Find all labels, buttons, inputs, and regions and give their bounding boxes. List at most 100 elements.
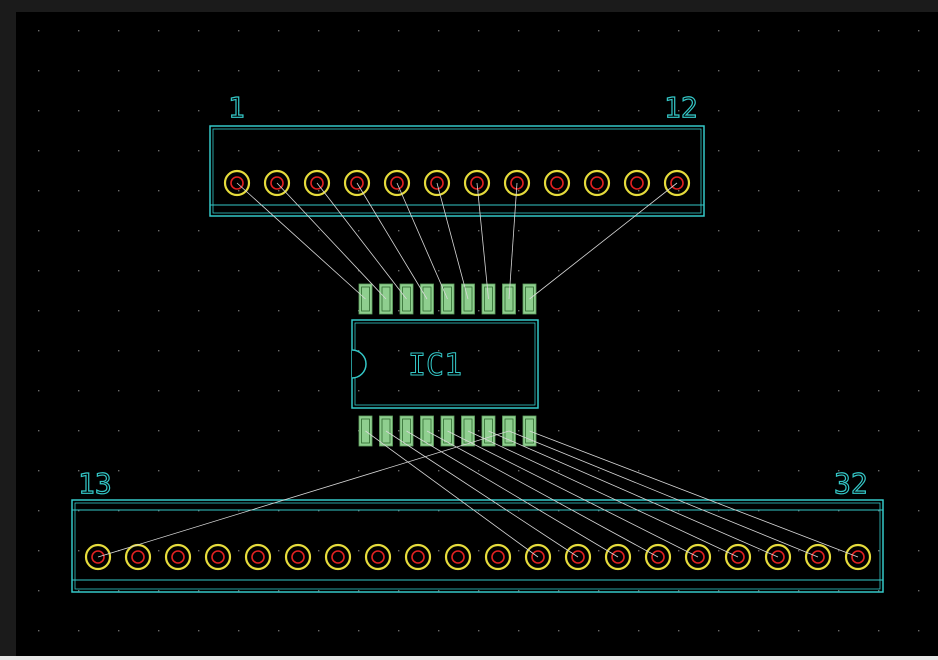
grid-dot (558, 150, 560, 152)
grid-dot (558, 190, 560, 192)
connector-pad-icon[interactable] (284, 543, 312, 571)
grid-dot (358, 70, 360, 72)
grid-dot (518, 190, 520, 192)
grid-dot (398, 150, 400, 152)
grid-dot (878, 310, 880, 312)
connector-pad-icon[interactable] (324, 543, 352, 571)
ratsnest-line (236, 182, 366, 300)
grid-dot (398, 630, 400, 632)
grid-dot (878, 590, 880, 592)
grid-dot (158, 150, 160, 152)
connector-pad-icon[interactable] (543, 169, 571, 197)
grid-dot (838, 310, 840, 312)
connector-pad-icon[interactable] (124, 543, 152, 571)
grid-dot (438, 30, 440, 32)
connector-pad-icon[interactable] (164, 543, 192, 571)
grid-dot (398, 550, 400, 552)
grid-dot (598, 390, 600, 392)
grid-dot (798, 270, 800, 272)
grid-dot (798, 310, 800, 312)
grid-dot (798, 550, 800, 552)
grid-dot (238, 390, 240, 392)
bottom-connector-first-pin-label: 13 (78, 467, 112, 500)
grid-dot (718, 190, 720, 192)
grid-dot (878, 430, 880, 432)
grid-dot (318, 310, 320, 312)
grid-dot (358, 30, 360, 32)
grid-dot (438, 310, 440, 312)
grid-dot (918, 110, 920, 112)
bottom-connector-last-pin-label: 32 (834, 467, 868, 500)
grid-dot (638, 190, 640, 192)
grid-dot (638, 550, 640, 552)
grid-dot (478, 550, 480, 552)
grid-dot (798, 190, 800, 192)
ratsnest-line (316, 182, 407, 300)
connector-pad-icon[interactable] (244, 543, 272, 571)
grid-dot (438, 430, 440, 432)
grid-dot (598, 30, 600, 32)
grid-dot (278, 470, 280, 472)
grid-dot (118, 430, 120, 432)
grid-dot (678, 390, 680, 392)
grid-dot (758, 230, 760, 232)
ratsnest-line (447, 430, 699, 558)
grid-dot (638, 230, 640, 232)
grid-dot (38, 70, 40, 72)
grid-dot (478, 350, 480, 352)
grid-dot (118, 110, 120, 112)
grid-dot (198, 270, 200, 272)
grid-dot (598, 110, 600, 112)
ratsnest-lines (97, 182, 859, 558)
grid-dot (158, 390, 160, 392)
grid-dot (598, 350, 600, 352)
connector-pad-icon[interactable] (444, 543, 472, 571)
top-connector[interactable] (209, 125, 705, 217)
grid-dot (358, 110, 360, 112)
grid-dot (198, 190, 200, 192)
ratsnest-line (356, 182, 428, 300)
connector-pad-icon[interactable] (204, 543, 232, 571)
grid-dot (598, 150, 600, 152)
pcb-drawing[interactable]: 1 12 13 32 IC1 (0, 0, 938, 656)
grid-dot (838, 390, 840, 392)
ratsnest-line (276, 182, 387, 300)
grid-dot (758, 350, 760, 352)
bottom-connector-inner-outline (74, 502, 881, 590)
grid-dot (678, 310, 680, 312)
grid-dot (678, 550, 680, 552)
grid-dot (838, 590, 840, 592)
grid-dot (238, 190, 240, 192)
grid-dot (38, 470, 40, 472)
grid-dot (758, 70, 760, 72)
grid-dot (198, 590, 200, 592)
connector-pad-icon[interactable] (484, 543, 512, 571)
grid-dot (198, 470, 200, 472)
grid-dot (38, 390, 40, 392)
grid-dot (78, 310, 80, 312)
top-connector-pads (223, 169, 691, 197)
top-connector-last-pin-label: 12 (664, 91, 698, 124)
connector-pad-icon[interactable] (583, 169, 611, 197)
bottom-connector[interactable] (71, 499, 884, 593)
grid-dot (318, 70, 320, 72)
grid-dot (678, 190, 680, 192)
grid-dot (318, 190, 320, 192)
grid-dot (38, 110, 40, 112)
connector-pad-icon[interactable] (623, 169, 651, 197)
grid-dot (878, 270, 880, 272)
grid-dot (518, 150, 520, 152)
grid-dot (478, 110, 480, 112)
connector-pad-icon[interactable] (404, 543, 432, 571)
grid-dot (718, 470, 720, 472)
connector-pad-icon[interactable] (364, 543, 392, 571)
grid-dot (478, 70, 480, 72)
grid-dot (598, 630, 600, 632)
grid-dot (38, 270, 40, 272)
grid-dot (718, 70, 720, 72)
grid-dot (198, 30, 200, 32)
grid-dot (798, 590, 800, 592)
grid-dot (598, 190, 600, 192)
grid-dot (38, 230, 40, 232)
grid-dot (398, 30, 400, 32)
